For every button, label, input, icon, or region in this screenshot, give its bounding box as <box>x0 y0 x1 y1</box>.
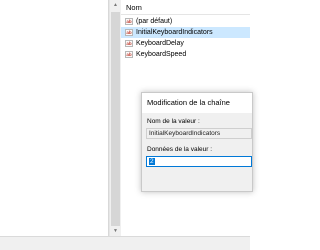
status-bar <box>0 236 250 250</box>
string-value-icon: ab <box>125 40 133 47</box>
registry-tree-pane[interactable] <box>0 0 109 236</box>
value-data-text: 2 <box>149 158 155 165</box>
string-value-icon: ab <box>125 51 133 58</box>
value-data-label: Données de la valeur : <box>147 146 213 153</box>
list-item-selected[interactable]: ab InitialKeyboardIndicators <box>121 27 250 38</box>
column-header-name[interactable]: Nom <box>121 2 250 15</box>
edit-string-dialog: Modification de la chaîne Nom de la vale… <box>141 92 253 192</box>
value-name-label: Nom de la valeur : <box>147 118 200 125</box>
list-item[interactable]: ab (par défaut) <box>121 16 250 27</box>
scroll-up-arrow-icon[interactable]: ▲ <box>112 1 119 9</box>
value-data-input[interactable]: 2 <box>146 156 252 167</box>
string-value-icon: ab <box>125 29 133 36</box>
value-name: KeyboardSpeed <box>136 51 187 58</box>
scroll-down-arrow-icon[interactable]: ▼ <box>112 227 119 235</box>
value-name: InitialKeyboardIndicators <box>136 29 213 36</box>
value-name-field[interactable]: InitialKeyboardIndicators <box>146 128 252 139</box>
string-value-icon: ab <box>125 18 133 25</box>
list-item[interactable]: ab KeyboardDelay <box>121 38 250 49</box>
tree-vertical-scrollbar[interactable]: ▲ ▼ <box>109 0 121 236</box>
registry-values-list: ab (par défaut) ab InitialKeyboardIndica… <box>121 16 250 60</box>
scrollbar-thumb[interactable] <box>111 12 120 226</box>
value-name: (par défaut) <box>136 18 173 25</box>
value-name: KeyboardDelay <box>136 40 184 47</box>
list-item[interactable]: ab KeyboardSpeed <box>121 49 250 60</box>
dialog-title[interactable]: Modification de la chaîne <box>142 93 252 113</box>
